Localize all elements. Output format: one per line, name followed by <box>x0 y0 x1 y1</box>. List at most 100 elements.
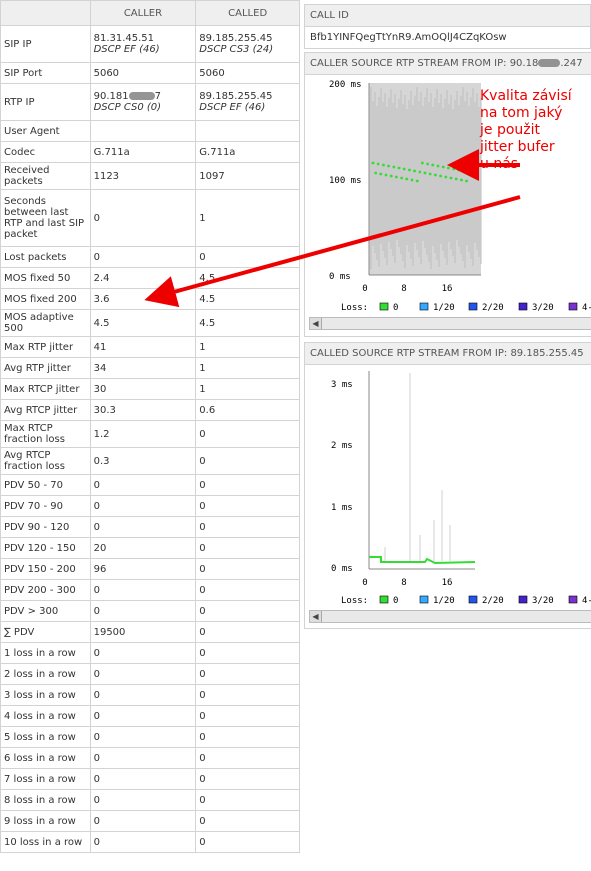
called-value: 0 <box>195 663 300 685</box>
row-label: PDV 50 - 70 <box>0 474 91 496</box>
jitter-point <box>431 163 435 167</box>
caller-value: 1.2 <box>89 420 197 448</box>
jitter-point <box>421 161 424 165</box>
x-tick-label: 16 <box>442 284 453 294</box>
jitter-point <box>376 162 380 166</box>
scroll-left-icon[interactable]: ◀ <box>310 611 322 622</box>
table-row: Received packets 1123 1097 <box>0 162 300 190</box>
legend-swatch <box>568 595 578 604</box>
jitter-point <box>467 170 471 174</box>
caller-value: 20 <box>89 537 197 559</box>
table-row: Seconds between last RTP and last SIP pa… <box>0 189 300 247</box>
legend-item-label: 2/20 <box>482 303 504 313</box>
table-header-row: CALLER CALLED <box>0 0 300 26</box>
called-value: 1 <box>195 336 300 358</box>
legend-item-label: 3/20 <box>532 596 554 606</box>
jitter-point <box>454 177 458 181</box>
jitter-point <box>457 168 461 172</box>
called-graph-scrollbar[interactable]: ◀ <box>309 610 591 623</box>
legend-swatch <box>419 595 429 604</box>
table-row: 3 loss in a row 0 0 <box>0 684 300 706</box>
jitter-point <box>444 175 448 179</box>
jitter-point <box>382 163 385 167</box>
table-row: 5 loss in a row 0 0 <box>0 726 300 748</box>
row-label: MOS adaptive 500 <box>0 309 91 337</box>
caller-value: 90.181 7 DSCP CS0 (0) <box>89 83 197 121</box>
legend-item-label: 4- <box>582 303 591 313</box>
legend-item-label: 0 <box>393 596 398 606</box>
row-label: Max RTCP jitter <box>0 378 91 400</box>
row-label: 10 loss in a row <box>0 831 91 853</box>
jitter-point <box>389 174 393 178</box>
table-row: Avg RTCP fraction loss 0.3 0 <box>0 447 300 475</box>
legend-swatch <box>379 302 389 311</box>
call-id-value: Bfb1YINFQegTtYnR9.AmOQlJ4CZqKOsw <box>304 27 591 49</box>
jitter-point <box>462 169 466 173</box>
table-row: 7 loss in a row 0 0 <box>0 768 300 790</box>
legend-swatch <box>468 595 478 604</box>
jitter-point <box>374 171 377 175</box>
legend-item-label: 4- <box>582 596 591 606</box>
caller-value: G.711a <box>89 141 197 163</box>
x-tick-label: 0 <box>362 284 367 294</box>
row-label: Max RTCP fraction loss <box>0 420 91 448</box>
dscp-value: DSCP CS0 (0) <box>93 102 162 113</box>
x-tick-label: 8 <box>401 578 406 588</box>
y-tick-label: 3 ms <box>331 380 353 390</box>
legend-swatch <box>419 302 429 311</box>
y-tick-label: 0 ms <box>329 272 351 282</box>
table-row: Max RTCP jitter 30 1 <box>0 378 300 400</box>
y-tick-label: 0 ms <box>331 564 353 574</box>
jitter-point <box>371 161 375 165</box>
table-row: Codec G.711a G.711a <box>0 141 300 163</box>
caller-value: 0 <box>89 726 197 748</box>
jitter-point <box>397 166 401 170</box>
called-value: 1 <box>195 357 300 379</box>
called-value: 0 <box>195 516 300 538</box>
called-column-header: CALLED <box>195 0 300 26</box>
caller-value: 5060 <box>89 62 197 84</box>
caller-value: 30 <box>89 378 197 400</box>
table-row: 6 loss in a row 0 0 <box>0 747 300 769</box>
caller-value: 0 <box>89 600 197 622</box>
jitter-point <box>473 171 476 175</box>
table-row: PDV 90 - 120 0 0 <box>0 516 300 538</box>
table-row: Max RTCP fraction loss 1.2 0 <box>0 420 300 448</box>
table-row: Max RTP jitter 41 1 <box>0 336 300 358</box>
called-value: 0 <box>195 684 300 706</box>
jitter-point <box>405 177 409 181</box>
called-value: 0 <box>195 642 300 664</box>
row-label: Avg RTP jitter <box>0 357 91 379</box>
row-label: 4 loss in a row <box>0 705 91 727</box>
caller-value: 81.31.45.51 DSCP EF (46) <box>89 25 197 63</box>
legend-swatch <box>518 302 528 311</box>
caller-graph-scrollbar[interactable]: ◀ <box>309 317 591 330</box>
row-label: SIP IP <box>0 25 91 63</box>
jitter-point <box>413 169 416 173</box>
scroll-left-icon[interactable]: ◀ <box>310 318 322 329</box>
jitter-point <box>434 173 437 177</box>
called-value: G.711a <box>195 141 300 163</box>
y-tick-label: 100 ms <box>329 176 362 186</box>
caller-value: 30.3 <box>89 399 197 421</box>
called-value: 0 <box>195 600 300 622</box>
row-label: 9 loss in a row <box>0 810 91 832</box>
jitter-point <box>465 179 468 183</box>
table-row: Avg RTCP jitter 30.3 0.6 <box>0 399 300 421</box>
legend-item-label: 3/20 <box>532 303 554 313</box>
call-id-header: CALL ID <box>304 4 591 27</box>
jitter-point <box>439 174 442 178</box>
legend-item-label: 1/20 <box>433 596 455 606</box>
row-label: ∑ PDV <box>0 621 91 643</box>
table-row: ∑ PDV 19500 0 <box>0 621 300 643</box>
caller-value: 0.3 <box>89 447 197 475</box>
row-label: Seconds between last RTP and last SIP pa… <box>0 189 91 247</box>
x-tick-label: 16 <box>442 578 453 588</box>
redacted-ip-mask <box>538 59 561 67</box>
called-value: 0 <box>195 747 300 769</box>
caller-value: 19500 <box>89 621 197 643</box>
row-label: Lost packets <box>0 246 91 268</box>
legend-item-label: 0 <box>393 303 398 313</box>
legend-item-label: 2/20 <box>482 596 504 606</box>
table-row: Lost packets 0 0 <box>0 246 300 268</box>
